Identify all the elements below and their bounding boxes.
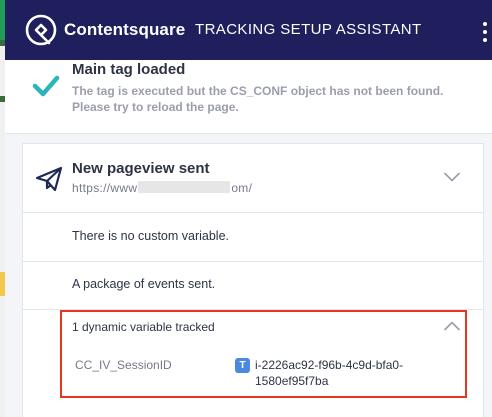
chevron-down-icon[interactable] <box>444 172 460 182</box>
dynamic-variables-title[interactable]: 1 dynamic variable tracked <box>72 320 215 334</box>
custom-variable-status: There is no custom variable. <box>72 229 230 243</box>
pageview-url-suffix: om/ <box>231 181 253 195</box>
events-package-status: A package of events sent. <box>72 277 216 291</box>
kebab-dot <box>483 22 487 26</box>
checkmark-icon <box>32 75 60 97</box>
app-header: Contentsquare TRACKING SETUP ASSISTANT <box>5 0 492 60</box>
paper-plane-icon <box>35 166 63 192</box>
pageview-url-prefix: https://www <box>72 181 138 195</box>
kebab-dot <box>483 30 487 34</box>
pageview-title: New pageview sent <box>72 160 210 177</box>
contentsquare-logo-icon <box>25 14 57 46</box>
main-tag-description: The tag is executed but the CS_CONF obje… <box>72 84 444 114</box>
brand-name: Contentsquare <box>64 20 186 39</box>
pageview-url: https://www om/ <box>72 181 252 195</box>
background-page-sliver-yellow <box>0 272 5 296</box>
variable-value: i-2226ac92-f96b-4c9d-bfa0-1580ef95f7ba <box>255 358 404 388</box>
chevron-up-icon[interactable] <box>444 321 460 331</box>
app-title: TRACKING SETUP ASSISTANT <box>195 21 422 38</box>
text-type-badge: T <box>235 358 250 373</box>
variable-name: CC_IV_SessionID <box>75 358 172 372</box>
main-tag-title: Main tag loaded <box>72 61 186 78</box>
redacted-url-segment <box>138 181 231 193</box>
kebab-dot <box>483 38 487 42</box>
pageview-header[interactable] <box>22 143 484 213</box>
kebab-menu-icon[interactable] <box>478 20 492 44</box>
